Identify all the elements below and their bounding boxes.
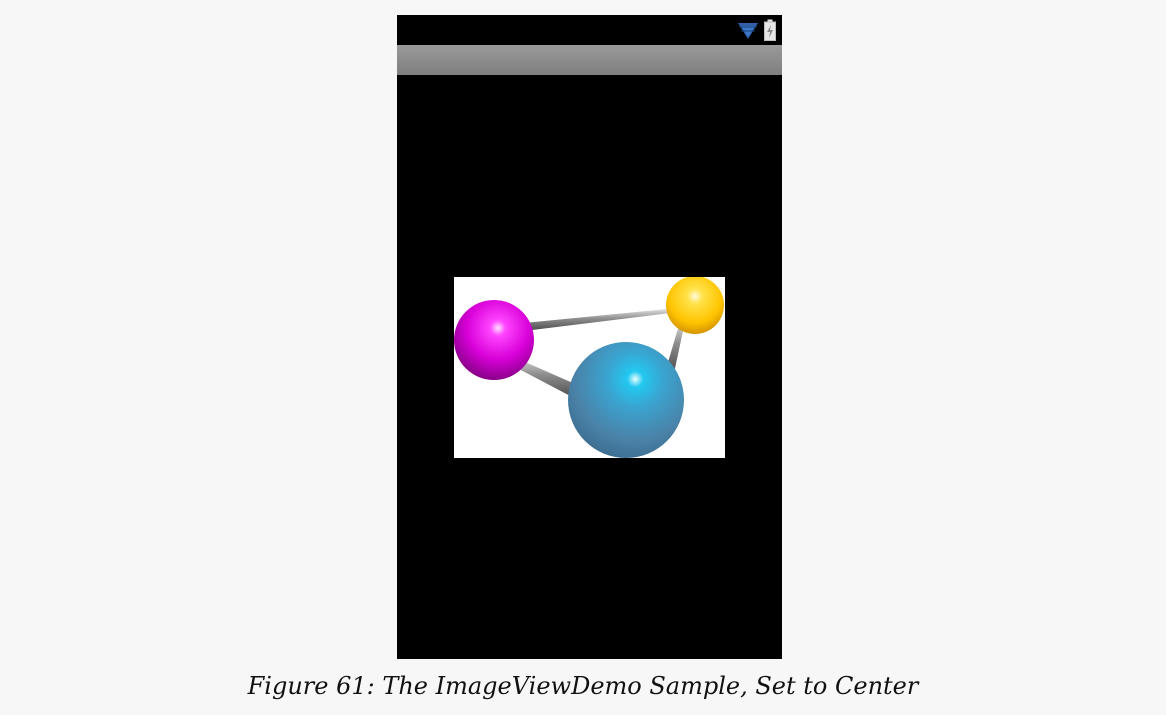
wifi-icon [737, 20, 759, 40]
bond-rod [524, 307, 687, 331]
battery-icon [764, 19, 776, 41]
molecule-image [454, 277, 724, 458]
figure-caption: Figure 61: The ImageViewDemo Sample, Set… [247, 672, 919, 700]
page: Figure 61: The ImageViewDemo Sample, Set… [0, 0, 1166, 715]
status-bar [397, 15, 782, 45]
activity-content [397, 75, 782, 659]
status-icons [737, 18, 776, 42]
device-screen [397, 15, 782, 659]
magenta-sphere [454, 300, 534, 380]
yellow-sphere [666, 277, 724, 334]
image-view [454, 277, 725, 458]
title-bar [397, 45, 782, 75]
blue-sphere [568, 342, 684, 458]
